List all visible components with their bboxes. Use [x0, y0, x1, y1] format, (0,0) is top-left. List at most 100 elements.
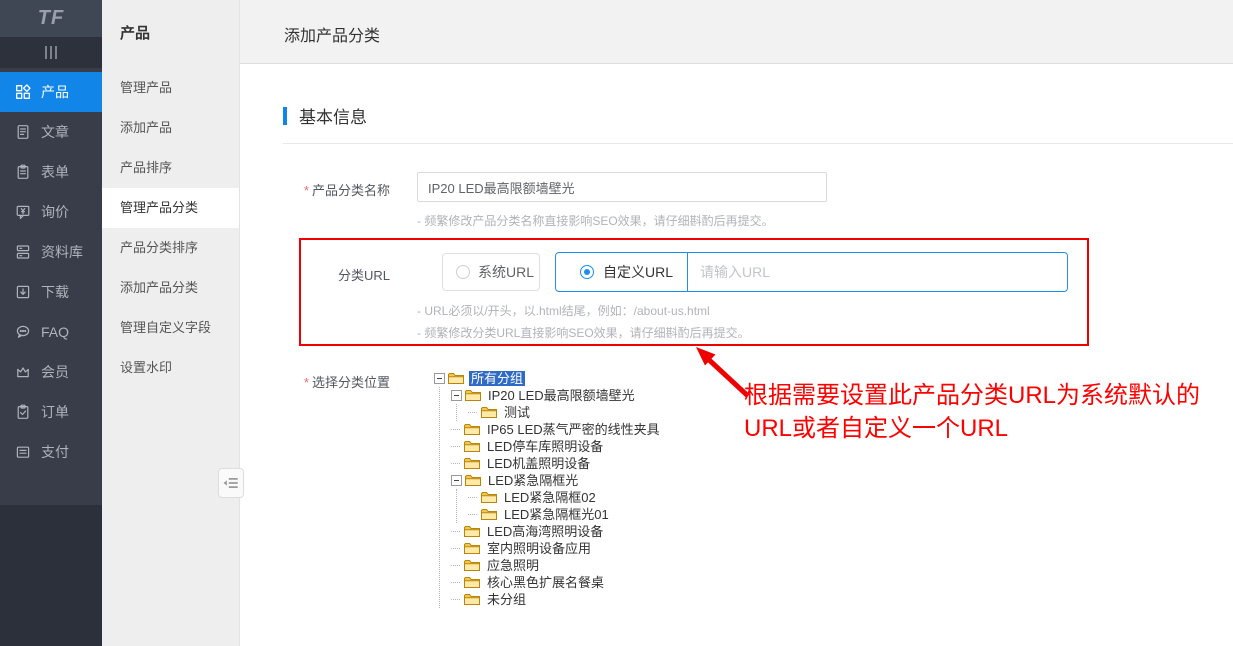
download-icon — [15, 284, 31, 300]
tree-label[interactable]: 所有分组 — [469, 371, 525, 386]
faq-icon — [15, 324, 31, 340]
article-icon — [15, 124, 31, 140]
tree-label[interactable]: IP20 LED最高限额墙壁光 — [486, 388, 637, 403]
submenu-item-添加产品分类[interactable]: 添加产品分类 — [102, 268, 239, 308]
folder-icon — [481, 406, 497, 419]
section-divider — [283, 143, 1233, 144]
tree-label[interactable]: LED高海湾照明设备 — [485, 524, 605, 539]
tree-collapse-toggle-icon[interactable] — [451, 475, 462, 486]
library-icon — [15, 244, 31, 260]
member-icon — [15, 364, 31, 380]
tree-row[interactable]: LED紧急隔框02 — [468, 489, 662, 506]
tree-row[interactable]: LED停车库照明设备 — [451, 438, 662, 455]
tree-label[interactable]: 测试 — [502, 405, 532, 420]
sidebar-item-询价[interactable]: 询价 — [0, 192, 102, 232]
tree-row[interactable]: LED紧急隔框光 — [451, 472, 662, 489]
tree-collapse-toggle-icon[interactable] — [434, 373, 445, 384]
sidebar-item-资料库[interactable]: 资料库 — [0, 232, 102, 272]
app-root: TF 产品文章表单询价资料库下载FAQ 会员订单支付 产品 管理产品添加产品产品排… — [0, 0, 1233, 646]
tree-connector — [451, 429, 460, 430]
tree-row[interactable]: IP65 LED蒸气严密的线性夹具 — [451, 421, 662, 438]
tree-connector — [451, 565, 460, 566]
tree-label[interactable]: LED停车库照明设备 — [485, 439, 605, 454]
submenu-item-添加产品[interactable]: 添加产品 — [102, 108, 239, 148]
sidebar-item-产品[interactable]: 产品 — [0, 72, 102, 112]
tree-connector — [451, 599, 460, 600]
submenu-item-管理自定义字段[interactable]: 管理自定义字段 — [102, 308, 239, 348]
tree-label[interactable]: 未分组 — [485, 592, 528, 607]
submenu-item-产品分类排序[interactable]: 产品分类排序 — [102, 228, 239, 268]
tree-connector — [451, 446, 460, 447]
folder-icon — [464, 593, 480, 606]
sidebar-item-label: 会员 — [41, 362, 69, 382]
sidebar-item-支付[interactable]: 支付 — [0, 432, 102, 472]
bars-icon — [45, 46, 47, 59]
tree-row[interactable]: 所有分组 — [434, 370, 662, 387]
tree-label[interactable]: 室内照明设备应用 — [485, 541, 593, 556]
tree-node: LED紧急隔框02 — [468, 489, 662, 506]
sidebar-item-label: 表单 — [41, 162, 69, 182]
tree-row[interactable]: LED高海湾照明设备 — [451, 523, 662, 540]
folder-icon — [465, 474, 481, 487]
submenu-item-管理产品[interactable]: 管理产品 — [102, 68, 239, 108]
quote-icon — [15, 204, 31, 220]
tree-node: 测试 — [468, 404, 662, 421]
custom-url-input[interactable] — [688, 253, 1067, 291]
sidebar-item-label: 产品 — [41, 82, 69, 102]
submenu-items: 管理产品添加产品产品排序管理产品分类产品分类排序添加产品分类管理自定义字段设置水… — [102, 68, 239, 388]
tree-row[interactable]: LED机盖照明设备 — [451, 455, 662, 472]
tree-row[interactable]: IP20 LED最高限额墙壁光 — [451, 387, 662, 404]
collapse-submenu-button[interactable] — [218, 468, 244, 498]
page-header: 添加产品分类 — [240, 0, 1233, 64]
category-tree: 所有分组IP20 LED最高限额墙壁光测试IP65 LED蒸气严密的线性夹具LE… — [434, 370, 662, 608]
tree-label[interactable]: IP65 LED蒸气严密的线性夹具 — [485, 422, 662, 437]
sidebar-item-FAQ[interactable]: FAQ — [0, 312, 102, 352]
tree-label[interactable]: LED机盖照明设备 — [485, 456, 592, 471]
app-logo[interactable]: TF — [0, 0, 102, 37]
sidebar-collapse-strip[interactable] — [0, 37, 102, 68]
tree-label[interactable]: 核心黑色扩展名餐桌 — [485, 575, 606, 590]
sidebar-item-表单[interactable]: 表单 — [0, 152, 102, 192]
sidebar-item-label: 支付 — [41, 442, 69, 462]
tree-node: 核心黑色扩展名餐桌 — [451, 574, 662, 591]
system-url-option[interactable]: 系统URL — [442, 253, 540, 291]
sidebar-item-label: 文章 — [41, 122, 69, 142]
custom-url-option[interactable]: 自定义URL — [556, 253, 688, 291]
category-name-input[interactable] — [417, 172, 827, 202]
custom-url-option-label: 自定义URL — [603, 262, 673, 282]
radio-unselected-icon[interactable] — [456, 265, 470, 279]
tree-row[interactable]: 测试 — [468, 404, 662, 421]
section-accent-bar — [283, 107, 287, 125]
tree-row[interactable]: 未分组 — [451, 591, 662, 608]
radio-selected-icon[interactable] — [580, 265, 594, 279]
submenu-item-管理产品分类[interactable]: 管理产品分类 — [102, 188, 239, 228]
tree-collapse-toggle-icon[interactable] — [451, 390, 462, 401]
sidebar-item-订单[interactable]: 订单 — [0, 392, 102, 432]
folder-icon — [481, 491, 497, 504]
folder-icon — [464, 525, 480, 538]
page-title: 添加产品分类 — [284, 22, 380, 46]
folder-icon — [464, 423, 480, 436]
tree-label[interactable]: LED紧急隔框02 — [502, 490, 598, 505]
tree-row[interactable]: LED紧急隔框光01 — [468, 506, 662, 523]
primary-nav: 产品文章表单询价资料库下载FAQ 会员订单支付 — [0, 72, 102, 472]
category-url-label: 分类URL — [240, 265, 390, 284]
tree-node: IP20 LED最高限额墙壁光测试 — [451, 387, 662, 421]
tree-row[interactable]: 应急照明 — [451, 557, 662, 574]
tree-label[interactable]: 应急照明 — [485, 558, 541, 573]
sidebar-item-文章[interactable]: 文章 — [0, 112, 102, 152]
payment-icon — [15, 444, 31, 460]
submenu-item-设置水印[interactable]: 设置水印 — [102, 348, 239, 388]
sidebar-item-下载[interactable]: 下载 — [0, 272, 102, 312]
submenu-item-产品排序[interactable]: 产品排序 — [102, 148, 239, 188]
tree-row[interactable]: 核心黑色扩展名餐桌 — [451, 574, 662, 591]
system-url-option-label: 系统URL — [478, 262, 534, 282]
annotation-text: 根据需要设置此产品分类URL为系统默认的URL或者自定义一个URL — [744, 379, 1222, 445]
tree-row[interactable]: 室内照明设备应用 — [451, 540, 662, 557]
tree-node: LED紧急隔框光 LED紧急隔框02 LED紧急隔框光01 — [451, 472, 662, 523]
tree-label[interactable]: LED紧急隔框光 — [486, 473, 580, 488]
form-icon — [15, 164, 31, 180]
folder-icon — [464, 542, 480, 555]
sidebar-item-会员[interactable]: 会员 — [0, 352, 102, 392]
tree-label[interactable]: LED紧急隔框光01 — [502, 507, 611, 522]
